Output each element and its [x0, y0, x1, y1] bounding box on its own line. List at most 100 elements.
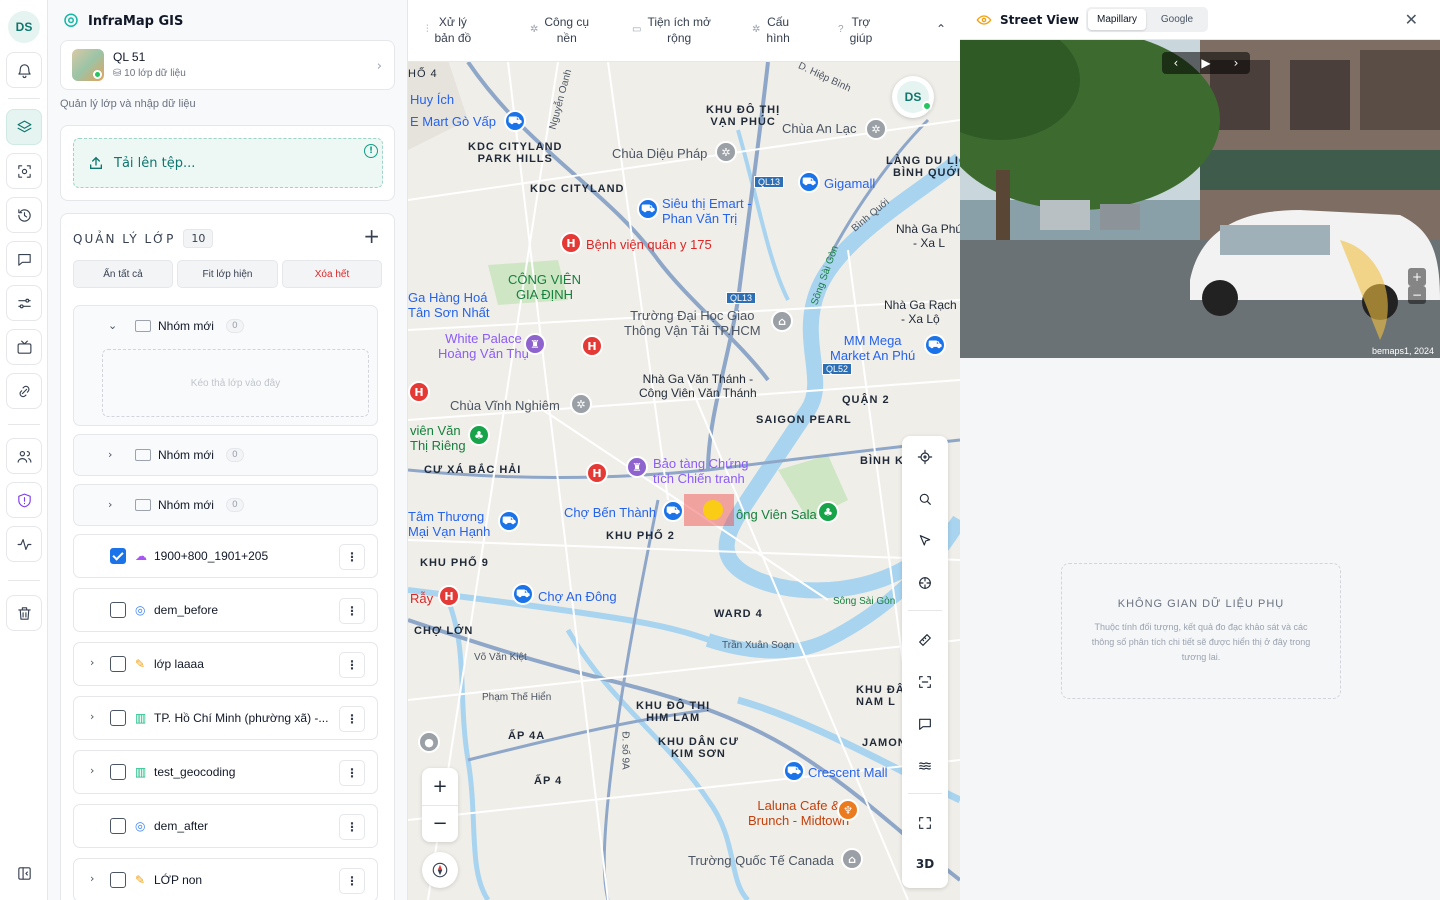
tab-mapillary[interactable]: Mapillary — [1088, 9, 1146, 30]
shop-pin-icon[interactable]: ⛟ — [662, 500, 684, 522]
layer-visibility-checkbox[interactable] — [110, 764, 126, 780]
locate-button[interactable] — [913, 445, 937, 469]
layers-button[interactable] — [6, 109, 42, 145]
layer-visibility-checkbox[interactable] — [110, 818, 126, 834]
scan-button[interactable] — [913, 670, 937, 694]
menu-help[interactable]: ? Trợ giúp — [838, 14, 872, 46]
hospital-pin-icon[interactable]: H — [560, 232, 582, 254]
tv-button[interactable] — [6, 329, 42, 365]
temple-pin-icon[interactable]: ✲ — [865, 118, 887, 140]
school-pin-icon[interactable]: ⌂ — [841, 848, 863, 870]
layer-row[interactable]: › ✎ LỚP non ⋮ — [73, 858, 378, 900]
shop-pin-icon[interactable]: ⛟ — [924, 334, 946, 356]
chevron-right-icon[interactable]: › — [108, 448, 112, 461]
info-icon[interactable]: ! — [364, 144, 378, 158]
play-icon[interactable]: ▶ — [1201, 56, 1210, 70]
layer-visibility-checkbox[interactable] — [110, 548, 126, 564]
layer-visibility-checkbox[interactable] — [110, 602, 126, 618]
target-button[interactable] — [913, 571, 937, 595]
chat-button[interactable] — [6, 241, 42, 277]
shop-pin-icon[interactable]: ⛟ — [783, 760, 805, 782]
measure-button[interactable] — [913, 628, 937, 652]
link-button[interactable] — [6, 373, 42, 409]
layer-visibility-checkbox[interactable] — [110, 710, 126, 726]
shop-pin-icon[interactable]: ⛟ — [637, 198, 659, 220]
hospital-pin-icon[interactable]: H — [581, 335, 603, 357]
museum-pin-icon[interactable]: ♜ — [626, 456, 648, 478]
chevron-down-icon[interactable]: ⌄ — [108, 319, 117, 332]
hide-all-button[interactable]: Ẩn tất cả — [73, 260, 173, 288]
layer-row[interactable]: › ▥ TP. Hồ Chí Minh (phường xã) -... ⋮ — [73, 696, 378, 740]
chevron-left-icon[interactable]: ‹ — [1174, 56, 1179, 70]
layer-row[interactable]: ☁ 1900+800_1901+205 ⋮ — [73, 534, 378, 578]
layer-row[interactable]: › ▥ test_geocoding ⋮ — [73, 750, 378, 794]
trash-button[interactable] — [6, 595, 42, 631]
school-pin-icon[interactable]: ⌂ — [771, 310, 793, 332]
poi-pin-icon[interactable]: ● — [418, 731, 440, 753]
shop-pin-icon[interactable]: ⛟ — [798, 171, 820, 193]
compass-button[interactable] — [422, 852, 458, 888]
shop-pin-icon[interactable]: ⛟ — [504, 110, 526, 132]
chevron-right-icon[interactable]: › — [1234, 56, 1239, 70]
chevron-up-icon[interactable]: ⌃ — [936, 22, 946, 36]
layer-menu-button[interactable]: ⋮ — [339, 652, 365, 678]
close-icon[interactable]: ✕ — [1405, 10, 1418, 29]
clear-all-button[interactable]: Xóa hết — [282, 260, 382, 288]
tab-google[interactable]: Google — [1148, 9, 1206, 30]
hospital-pin-icon[interactable]: H — [438, 585, 460, 607]
park-pin-icon[interactable]: ♣ — [468, 424, 490, 446]
notifications-button[interactable] — [6, 52, 42, 88]
sv-zoom-out-button[interactable]: − — [1408, 286, 1426, 304]
chevron-right-icon[interactable]: › — [90, 656, 94, 669]
map-view[interactable]: ⫶ Xử lý bản đồ ✲ Công cụ nền ▭ Tiện ích mở … — [408, 0, 960, 900]
chevron-right-icon[interactable]: › — [90, 710, 94, 723]
layer-menu-button[interactable]: ⋮ — [339, 706, 365, 732]
upload-button[interactable]: Tải lên tệp... — [73, 138, 383, 188]
chevron-right-icon[interactable]: › — [90, 872, 94, 885]
users-button[interactable] — [6, 438, 42, 474]
chevron-right-icon[interactable]: › — [108, 498, 112, 511]
layer-row[interactable]: ◎ dem_after ⋮ — [73, 804, 378, 848]
park-pin-icon[interactable]: ♣ — [817, 501, 839, 523]
layer-group[interactable]: › Nhóm mới 0 — [73, 484, 378, 526]
security-button[interactable] — [6, 482, 42, 518]
activity-button[interactable] — [6, 526, 42, 562]
menu-extensions[interactable]: ▭ Tiện ích mở rộng — [632, 14, 711, 46]
layer-menu-button[interactable]: ⋮ — [339, 868, 365, 894]
fit-visible-button[interactable]: Fit lớp hiện — [177, 260, 278, 288]
layer-group[interactable]: ⌄ Nhóm mới 0 Kéo thả lớp vào đây — [73, 305, 378, 426]
layer-menu-button[interactable]: ⋮ — [339, 760, 365, 786]
zoom-out-button[interactable]: − — [422, 805, 458, 841]
settings-button[interactable] — [6, 285, 42, 321]
3d-toggle-button[interactable]: 3D — [913, 852, 937, 876]
search-button[interactable] — [913, 487, 937, 511]
layer-row[interactable]: ◎ dem_before ⋮ — [73, 588, 378, 632]
layer-menu-button[interactable]: ⋮ — [339, 598, 365, 624]
menu-base-tools[interactable]: ✲ Công cụ nền — [530, 14, 589, 46]
user-avatar[interactable]: DS — [8, 11, 40, 43]
fullscreen-button[interactable] — [913, 811, 937, 835]
chevron-right-icon[interactable]: › — [90, 764, 94, 777]
history-button[interactable] — [6, 197, 42, 233]
temple-pin-icon[interactable]: ✲ — [570, 393, 592, 415]
layer-group[interactable]: › Nhóm mới 0 — [73, 434, 378, 476]
scan-button[interactable] — [6, 153, 42, 189]
street-view-image[interactable]: ‹ ▶ › + − bemaps1, 2024 — [960, 40, 1440, 358]
shop-pin-icon[interactable]: ⛟ — [512, 583, 534, 605]
comment-button[interactable] — [913, 712, 937, 736]
venue-pin-icon[interactable]: ♜ — [524, 333, 546, 355]
layers-toggle-button[interactable] — [913, 754, 937, 778]
collapse-sidebar-button[interactable] — [6, 855, 42, 891]
layer-visibility-checkbox[interactable] — [110, 656, 126, 672]
map-user-avatar[interactable]: DS — [892, 76, 934, 118]
layer-row[interactable]: › ✎ lớp laaaa ⋮ — [73, 642, 378, 686]
menu-config[interactable]: ✲ Cấu hình — [752, 14, 790, 46]
zoom-in-button[interactable]: + — [422, 768, 458, 804]
hospital-pin-icon[interactable]: H — [586, 462, 608, 484]
sv-zoom-in-button[interactable]: + — [1408, 268, 1426, 286]
hospital-pin-icon[interactable]: H — [408, 381, 430, 403]
shop-pin-icon[interactable]: ⛟ — [498, 510, 520, 532]
add-layer-button[interactable]: + — [363, 226, 380, 246]
project-selector[interactable]: QL 51 ⛁ 10 lớp dữ liệu › — [60, 40, 395, 90]
layer-menu-button[interactable]: ⋮ — [339, 814, 365, 840]
